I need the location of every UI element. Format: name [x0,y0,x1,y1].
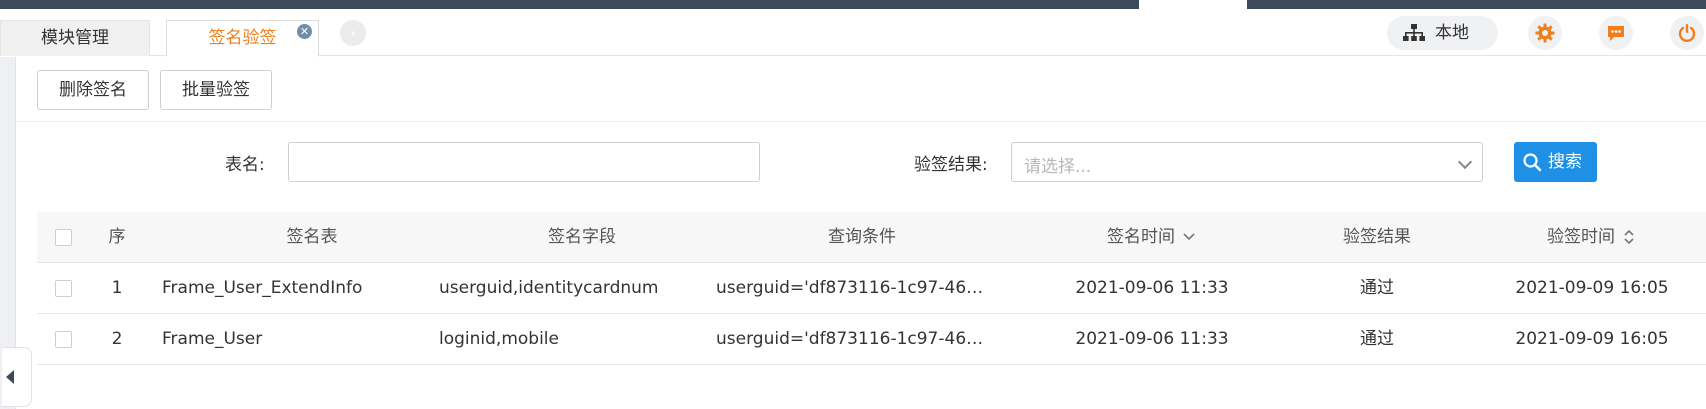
table-name-label: 表名: [225,155,265,175]
column-header-table: 签名表 [286,227,338,247]
tab-module-management[interactable]: 模块管理 [0,20,150,56]
row-table: Frame_User_ExtendInfo [162,278,363,298]
search-button[interactable]: 搜索 [1514,142,1597,182]
row-verify-result: 通过 [1360,278,1394,298]
table-header: 序 签名表 签名字段 查询条件 签名时间 验签结果 验签时间 [37,212,1706,263]
row-verify-result: 通过 [1360,329,1394,349]
messages-button[interactable] [1599,16,1633,50]
column-header-verify-result: 验签结果 [1343,227,1411,247]
sort-both-icon [1624,230,1634,244]
signature-table: 序 签名表 签名字段 查询条件 签名时间 验签结果 验签时间 1 Frame_U… [37,212,1706,365]
sort-desc-icon [1183,233,1195,241]
location-label: 本地 [1435,23,1469,43]
table-name-input[interactable] [288,142,760,182]
top-strip-gap [1139,0,1247,9]
search-icon [1523,153,1542,172]
power-icon [1678,24,1696,42]
message-icon [1608,26,1624,41]
tab-sign-verify[interactable]: 签名验签 ✕ [166,20,319,57]
row-index: 2 [111,329,123,349]
row-condition: userguid='df873116-1c97-46… [716,329,984,349]
verify-result-placeholder: 请选择... [1024,157,1092,177]
gear-icon [1535,23,1555,43]
delete-signature-button[interactable]: 删除签名 [37,70,149,110]
row-checkbox[interactable] [55,331,72,348]
tab-bar: 模块管理 签名验签 ✕ › 本地 [0,9,1706,57]
column-header-fields: 签名字段 [548,227,616,247]
divider [16,121,1706,122]
top-strip [0,0,1706,9]
row-checkbox[interactable] [55,280,72,297]
chevron-down-icon [1457,154,1473,170]
network-icon [1403,24,1425,41]
column-header-verify-time[interactable]: 验签时间 [1477,212,1706,263]
caret-left-icon [6,370,14,384]
row-fields: loginid,mobile [439,329,559,349]
settings-button[interactable] [1528,16,1562,50]
column-header-sign-time[interactable]: 签名时间 [1037,212,1267,263]
row-condition: userguid='df873116-1c97-46… [716,278,984,298]
select-all-checkbox[interactable] [55,229,72,246]
verify-result-label: 验签结果: [914,155,988,175]
row-fields: userguid,identitycardnum [439,278,659,298]
batch-verify-button[interactable]: 批量验签 [160,70,272,110]
verify-result-select[interactable]: 请选择... [1011,142,1483,182]
left-sidebar-edge [0,57,32,409]
close-icon[interactable]: ✕ [297,24,312,39]
column-header-index: 序 [108,227,126,247]
table-row[interactable]: 2 Frame_User loginid,mobile userguid='df… [37,314,1706,365]
sidebar-toggle[interactable] [2,347,32,407]
column-header-condition: 查询条件 [828,227,896,247]
table-row[interactable]: 1 Frame_User_ExtendInfo userguid,identit… [37,263,1706,314]
row-sign-time: 2021-09-06 11:33 [1075,278,1229,298]
tab-sign-verify-label: 签名验签 [208,28,277,48]
logout-button[interactable] [1670,16,1704,50]
chevron-right-icon[interactable]: › [340,20,366,46]
row-verify-time: 2021-09-09 16:05 [1515,278,1669,298]
row-index: 1 [111,278,123,298]
row-sign-time: 2021-09-06 11:33 [1075,329,1229,349]
search-button-label: 搜索 [1548,152,1582,172]
row-verify-time: 2021-09-09 16:05 [1515,329,1669,349]
column-header-sign-time-label: 签名时间 [1107,227,1175,247]
row-table: Frame_User [162,329,263,349]
location-switch[interactable]: 本地 [1387,16,1498,50]
column-header-verify-time-label: 验签时间 [1547,227,1615,247]
